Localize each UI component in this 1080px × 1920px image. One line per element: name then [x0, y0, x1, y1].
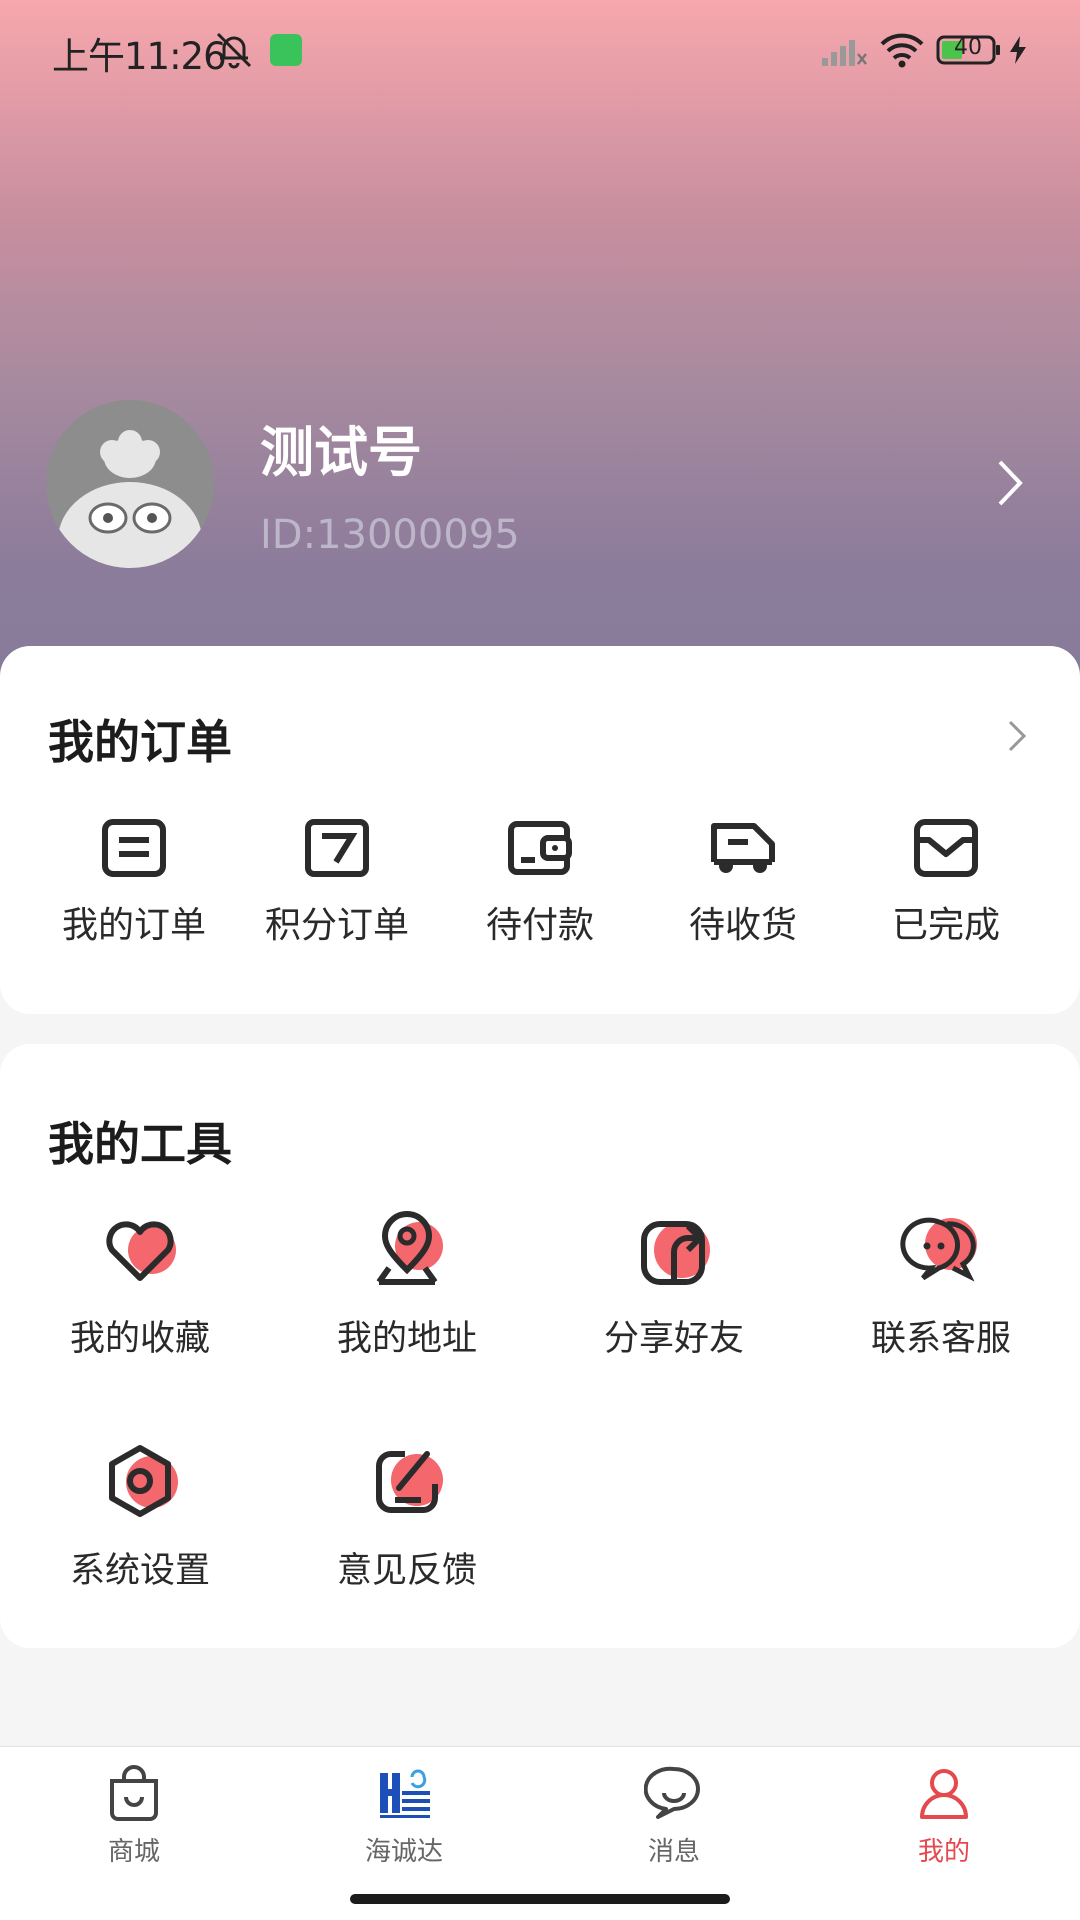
profile-chevron-right-icon[interactable]	[990, 458, 1030, 508]
points-order-icon	[305, 819, 369, 877]
orders-chevron-right-icon[interactable]	[1004, 716, 1030, 756]
location-pin-icon	[376, 1211, 443, 1285]
order-item-points-orders[interactable]: 积分订单	[237, 816, 437, 966]
message-bubble-icon	[644, 1766, 700, 1819]
tool-label: 分享好友	[603, 1319, 744, 1359]
tab-label: 消息	[647, 1837, 700, 1867]
delivery-truck-icon	[711, 823, 775, 873]
tool-share[interactable]: 分享好友	[564, 1208, 784, 1368]
tab-mine[interactable]: 我的	[844, 1763, 1044, 1883]
tool-label: 联系客服	[870, 1319, 1011, 1359]
profile-header-background	[0, 0, 1080, 700]
order-item-label: 我的订单	[61, 905, 206, 946]
home-indicator[interactable]	[350, 1894, 730, 1904]
tool-label: 我的地址	[336, 1319, 477, 1359]
profile-name[interactable]: 测试号	[260, 408, 422, 487]
tool-settings[interactable]: 系统设置	[30, 1440, 250, 1600]
wifi-icon	[880, 33, 924, 68]
completed-box-icon	[914, 819, 978, 877]
user-icon	[920, 1769, 968, 1819]
orders-card: 我的订单 我的订单 积分订单 待付款 待收货 已完成	[0, 646, 1080, 1014]
cell-signal-icon	[822, 40, 867, 66]
tool-favorites[interactable]: 我的收藏	[30, 1208, 250, 1368]
share-icon	[641, 1221, 710, 1285]
brand-logo-icon	[380, 1769, 430, 1818]
wallet-icon	[508, 821, 572, 875]
battery-level: 40	[954, 35, 982, 60]
app-notification-icon	[270, 34, 302, 66]
order-item-label: 待付款	[485, 905, 594, 946]
profile-id: ID:13000095	[260, 512, 520, 558]
tab-brand[interactable]: 海诚达	[304, 1763, 504, 1883]
orders-title: 我的订单	[48, 715, 232, 769]
order-item-pending-receipt[interactable]: 待收货	[643, 816, 843, 966]
tools-title: 我的工具	[48, 1117, 232, 1171]
tab-label: 我的	[917, 1837, 970, 1867]
heart-icon	[106, 1221, 176, 1281]
chat-service-icon	[900, 1217, 977, 1282]
order-list-icon	[102, 819, 166, 877]
tab-shop[interactable]: 商城	[34, 1763, 234, 1883]
order-item-label: 积分订单	[264, 905, 409, 946]
order-item-my-orders[interactable]: 我的订单	[34, 816, 234, 966]
tool-label: 意见反馈	[336, 1551, 477, 1591]
tools-card: 我的工具 我的收藏 我的地址 分享好友 联系客服 系统设置 意见反馈	[0, 1044, 1080, 1648]
feedback-edit-icon	[376, 1451, 443, 1513]
tab-label: 海诚达	[364, 1837, 443, 1867]
order-item-label: 已完成	[891, 905, 1000, 946]
tab-messages[interactable]: 消息	[574, 1763, 774, 1883]
order-item-label: 待收货	[688, 905, 797, 946]
charging-bolt-icon	[1010, 36, 1026, 64]
order-item-completed[interactable]: 已完成	[846, 816, 1046, 966]
mute-bell-icon	[216, 32, 252, 69]
order-item-pending-payment[interactable]: 待付款	[440, 816, 640, 966]
status-bar: 上午11:26 40	[0, 0, 1080, 100]
tool-address[interactable]: 我的地址	[297, 1208, 517, 1368]
avatar[interactable]	[46, 400, 214, 568]
tool-label: 我的收藏	[69, 1319, 210, 1359]
shopping-bag-icon	[110, 1765, 158, 1821]
tab-label: 商城	[107, 1837, 160, 1867]
tool-label: 系统设置	[69, 1551, 210, 1591]
status-time: 上午11:26	[52, 35, 227, 78]
tool-feedback[interactable]: 意见反馈	[297, 1440, 517, 1600]
avatar-mascot-icon	[46, 400, 214, 568]
tool-customer-service[interactable]: 联系客服	[831, 1208, 1051, 1368]
settings-icon	[109, 1445, 178, 1517]
